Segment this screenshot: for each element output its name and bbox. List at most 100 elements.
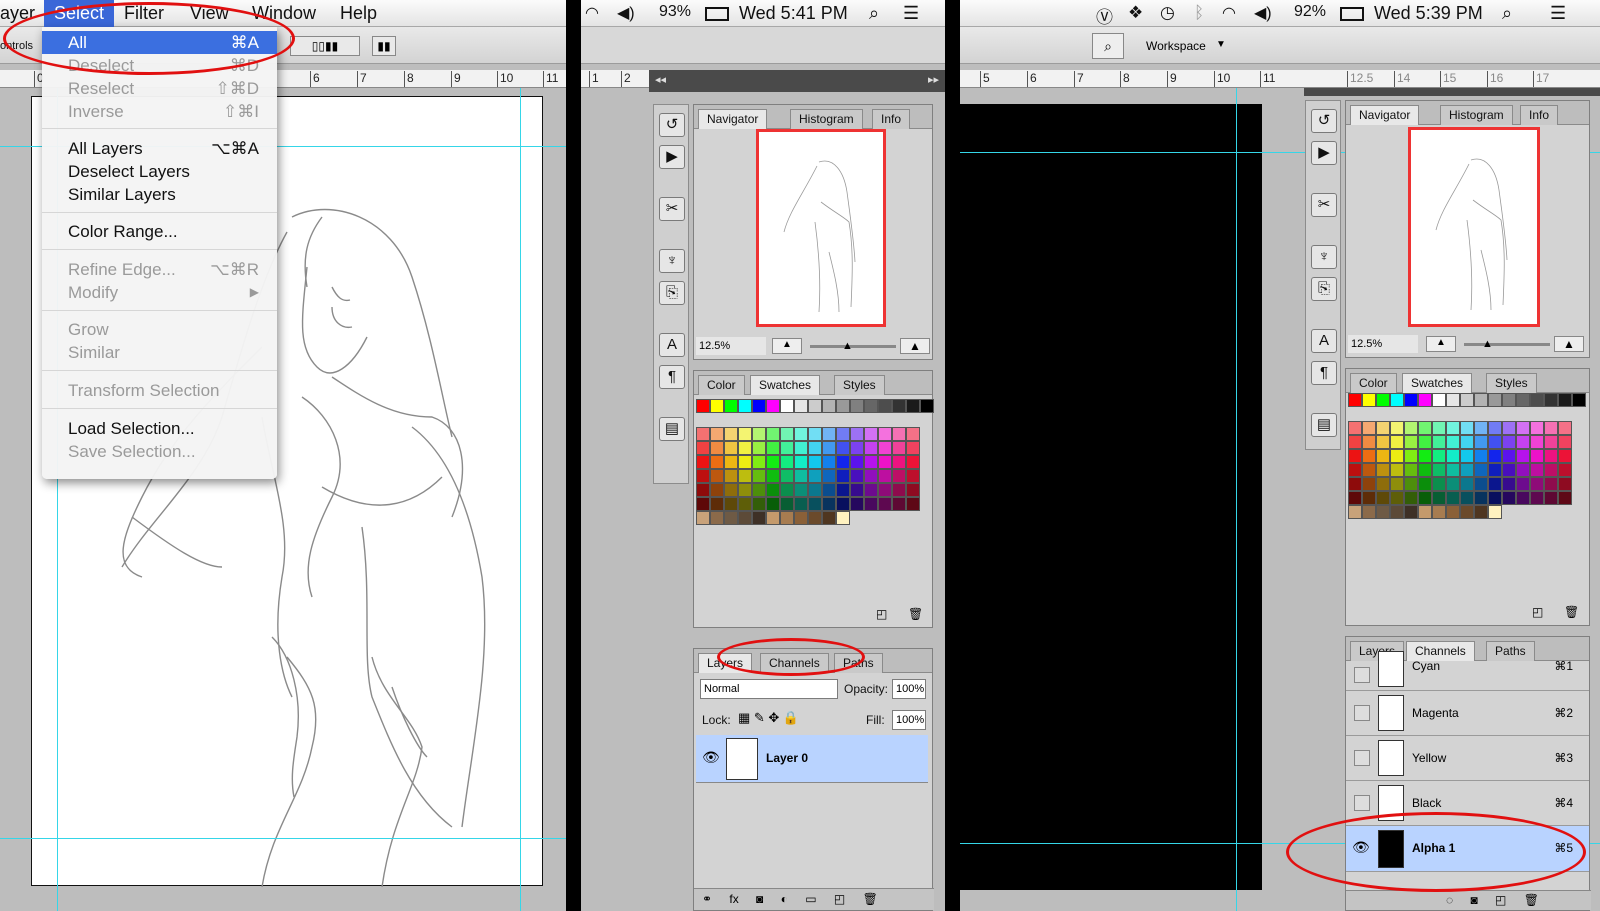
color-swatch[interactable] — [766, 483, 780, 497]
bluetooth-icon[interactable]: ᛒ — [1194, 3, 1204, 23]
color-swatch[interactable] — [878, 469, 892, 483]
notification-list-icon[interactable]: ☰ — [1550, 3, 1566, 24]
visibility-toggle[interactable] — [1354, 667, 1370, 683]
color-swatch[interactable] — [696, 511, 710, 525]
volume-icon[interactable]: ◀) — [1254, 3, 1272, 23]
actions-play-icon[interactable]: ▶ — [1311, 141, 1337, 165]
color-swatch[interactable] — [864, 455, 878, 469]
color-swatch[interactable] — [1558, 421, 1572, 435]
color-swatch[interactable] — [1474, 477, 1488, 491]
tab-styles[interactable]: Styles — [834, 375, 885, 395]
color-swatch[interactable] — [752, 399, 766, 413]
color-swatch[interactable] — [1418, 421, 1432, 435]
color-swatch[interactable] — [1390, 463, 1404, 477]
color-swatch[interactable] — [878, 427, 892, 441]
color-swatch[interactable] — [1544, 435, 1558, 449]
color-swatch[interactable] — [766, 427, 780, 441]
color-swatch[interactable] — [1404, 463, 1418, 477]
color-swatch[interactable] — [1544, 463, 1558, 477]
color-swatch[interactable] — [906, 497, 920, 511]
dropbox-icon[interactable]: ❖ — [1128, 3, 1143, 23]
guide-line-vertical[interactable] — [1236, 88, 1237, 911]
color-swatch[interactable] — [1432, 505, 1446, 519]
align-buttons[interactable]: ▯▯▮▮ — [290, 36, 360, 56]
color-swatch[interactable] — [1348, 463, 1362, 477]
color-swatch[interactable] — [878, 497, 892, 511]
color-swatch[interactable] — [738, 511, 752, 525]
color-swatch[interactable] — [906, 441, 920, 455]
zoom-in-icon[interactable]: ▲ — [1554, 336, 1584, 352]
new-swatch-icon[interactable]: ◰ — [876, 607, 887, 621]
color-swatch[interactable] — [780, 427, 794, 441]
color-swatch[interactable] — [1376, 477, 1390, 491]
channel-row-magenta[interactable]: Magenta ⌘2 — [1346, 691, 1589, 736]
color-swatch[interactable] — [780, 497, 794, 511]
color-swatch[interactable] — [1502, 463, 1516, 477]
zoom-slider[interactable] — [810, 345, 896, 348]
color-swatch[interactable] — [1404, 421, 1418, 435]
color-swatch[interactable] — [1376, 449, 1390, 463]
color-swatch[interactable] — [1418, 491, 1432, 505]
color-swatch[interactable] — [1362, 463, 1376, 477]
tools-icon[interactable]: ✂ — [1311, 193, 1337, 217]
color-swatch[interactable] — [696, 497, 710, 511]
color-swatch[interactable] — [1516, 463, 1530, 477]
color-swatch[interactable] — [864, 399, 878, 413]
color-swatch[interactable] — [836, 469, 850, 483]
color-swatch[interactable] — [1418, 449, 1432, 463]
collapse-arrows-icon[interactable]: ◂◂ — [655, 73, 666, 86]
color-swatch[interactable] — [1432, 435, 1446, 449]
color-swatch[interactable] — [1530, 463, 1544, 477]
color-swatch[interactable] — [1404, 393, 1418, 407]
color-swatch[interactable] — [850, 455, 864, 469]
menu-item-transform-selection[interactable]: Transform Selection — [42, 379, 277, 402]
color-swatch[interactable] — [822, 427, 836, 441]
color-swatch[interactable] — [1418, 435, 1432, 449]
color-swatch[interactable] — [1502, 421, 1516, 435]
swatch-grid[interactable] — [1348, 393, 1588, 533]
color-swatch[interactable] — [1530, 393, 1544, 407]
clock[interactable]: Wed 5:39 PM — [1374, 3, 1483, 24]
color-swatch[interactable] — [1390, 491, 1404, 505]
color-swatch[interactable] — [724, 455, 738, 469]
color-swatch[interactable] — [878, 441, 892, 455]
menu-item-grow[interactable]: Grow — [42, 318, 277, 341]
distribute-button[interactable]: ▮▮ — [372, 36, 396, 56]
trash-icon[interactable]: 🗑 — [1564, 605, 1579, 619]
color-swatch[interactable] — [892, 497, 906, 511]
color-swatch[interactable] — [878, 455, 892, 469]
color-swatch[interactable] — [836, 427, 850, 441]
color-swatch[interactable] — [1502, 491, 1516, 505]
history-icon[interactable]: ↺ — [659, 113, 685, 137]
color-swatch[interactable] — [1404, 449, 1418, 463]
color-swatch[interactable] — [864, 483, 878, 497]
color-swatch[interactable] — [1516, 393, 1530, 407]
channels-footer-icons[interactable]: ◌ ◙ ◰ 🗑 — [1346, 890, 1591, 910]
color-swatch[interactable] — [1460, 393, 1474, 407]
color-swatch[interactable] — [724, 469, 738, 483]
zoom-field[interactable]: 12.5% — [1348, 335, 1418, 353]
brushes-icon[interactable]: ♆ — [1311, 245, 1337, 269]
battery-percent[interactable]: 93% — [659, 3, 691, 21]
color-swatch[interactable] — [724, 399, 738, 413]
color-swatch[interactable] — [1474, 435, 1488, 449]
color-swatch[interactable] — [1572, 393, 1586, 407]
tab-info[interactable]: Info — [1520, 105, 1559, 125]
color-swatch[interactable] — [1446, 421, 1460, 435]
color-swatch[interactable] — [710, 399, 724, 413]
color-swatch[interactable] — [1488, 463, 1502, 477]
color-swatch[interactable] — [696, 427, 710, 441]
navigator-preview[interactable] — [756, 129, 886, 327]
color-swatch[interactable] — [710, 455, 724, 469]
color-swatch[interactable] — [808, 469, 822, 483]
color-swatch[interactable] — [724, 441, 738, 455]
color-swatch[interactable] — [1446, 393, 1460, 407]
color-swatch[interactable] — [1446, 463, 1460, 477]
color-swatch[interactable] — [1516, 477, 1530, 491]
color-swatch[interactable] — [892, 427, 906, 441]
alpha-channel-canvas[interactable] — [960, 104, 1262, 890]
color-swatch[interactable] — [850, 497, 864, 511]
eye-visibility-icon[interactable]: 👁 — [702, 749, 720, 766]
channel-row-yellow[interactable]: Yellow ⌘3 — [1346, 736, 1589, 781]
color-swatch[interactable] — [696, 441, 710, 455]
